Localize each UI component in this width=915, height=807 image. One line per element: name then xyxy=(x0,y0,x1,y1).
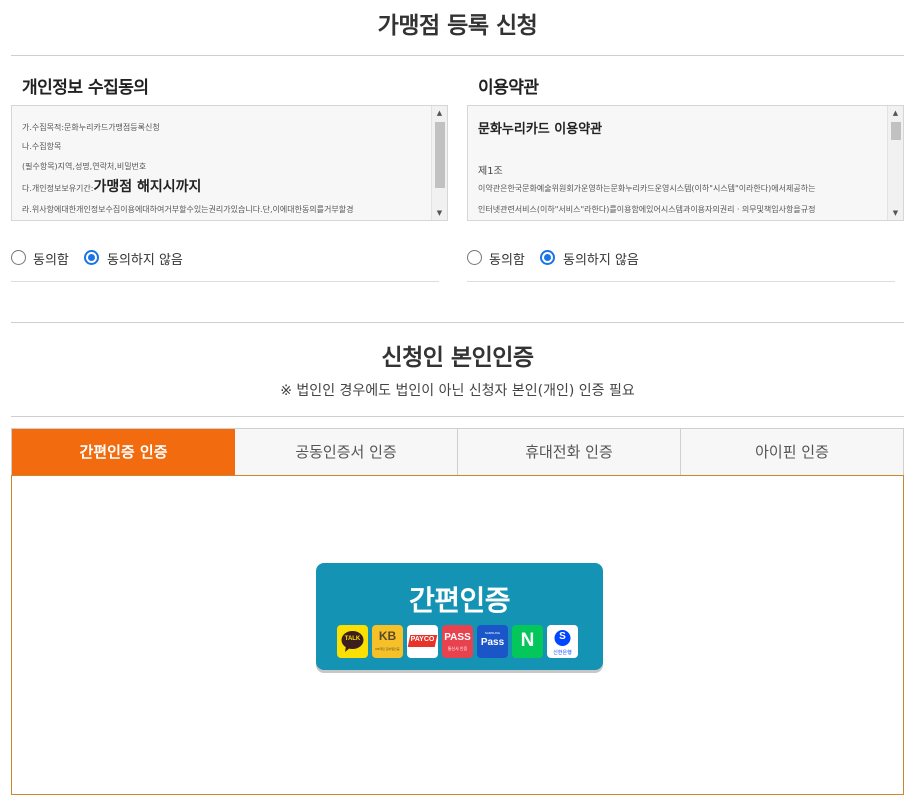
privacy-line-5: 라.위사항에대한개인정보수집이용에대하여거부할수있는권리가있습니다.단,이에대한… xyxy=(22,205,354,214)
privacy-disagree-radio[interactable] xyxy=(84,250,99,265)
tab-joint-certificate[interactable]: 공동인증서 인증 xyxy=(235,429,458,476)
auth-tabs: 간편인증 인증 공동인증서 인증 휴대전화 인증 아이핀 인증 xyxy=(11,428,904,476)
section-divider xyxy=(11,322,904,323)
privacy-line-4: 다.개인정보보유기간:가맹점 해지시까지 xyxy=(22,176,201,196)
privacy-line-3: (필수항목)지역,성명,연락처,비밀번호 xyxy=(22,162,147,171)
scroll-down-arrow-icon[interactable]: ▼ xyxy=(432,206,447,220)
scrollbar-thumb[interactable] xyxy=(435,122,445,188)
kb-bank-icon: KB KB국민 모바일인증 xyxy=(372,625,403,658)
page-title: 가맹점 등록 신청 xyxy=(377,13,538,39)
privacy-line-4-text: 다.개인정보보유기간: xyxy=(22,184,94,193)
terms-text: 문화누리카드 이용약관 제1조 이약관은한국문화예술위원회가운영하는문화누리카드… xyxy=(478,106,883,220)
payco-icon: PAYCO xyxy=(407,625,438,658)
easy-auth-button[interactable]: 간편인증 TALK KB KB국민 모바일인증 PAYCO PASS 통신사 인… xyxy=(316,563,603,670)
easy-auth-button-label: 간편인증 xyxy=(408,584,511,617)
divider xyxy=(467,281,895,282)
privacy-consent-textbox[interactable]: 가.수집목적:문화누리카드가맹점등록신청 나.수집항목 (필수항목)지역,성명,… xyxy=(11,105,448,221)
privacy-disagree-label[interactable]: 동의하지 않음 xyxy=(107,249,183,268)
divider xyxy=(11,416,904,417)
terms-textbox[interactable]: 문화누리카드 이용약관 제1조 이약관은한국문화예술위원회가운영하는문화누리카드… xyxy=(467,105,904,221)
privacy-agree-label[interactable]: 동의함 xyxy=(33,249,69,268)
terms-title: 이용약관 xyxy=(478,78,539,98)
naver-icon: N xyxy=(512,625,543,658)
privacy-retention-emphasis: 가맹점 해지시까지 xyxy=(93,179,202,195)
divider xyxy=(11,281,439,282)
scroll-up-arrow-icon[interactable]: ▲ xyxy=(888,106,903,120)
terms-heading: 문화누리카드 이용약관 xyxy=(478,122,603,137)
terms-line-2: 인터넷관련서비스(이하"서비스"라한다)를이용함에있어시스템과이용자의권리ㆍ의무… xyxy=(478,205,816,214)
privacy-agree-radio[interactable] xyxy=(11,250,26,265)
scroll-up-arrow-icon[interactable]: ▲ xyxy=(432,106,447,120)
terms-article-1: 제1조 xyxy=(478,166,503,177)
auth-note: ※ 법인인 경우에도 법인이 아닌 신청자 본인(개인) 인증 필요 xyxy=(280,383,635,399)
privacy-line-1: 가.수집목적:문화누리카드가맹점등록신청 xyxy=(22,123,160,132)
shinhan-bank-icon: S 신한은행 xyxy=(547,625,578,658)
terms-consent-options: 동의함 동의하지 않음 xyxy=(467,248,767,270)
terms-disagree-label[interactable]: 동의하지 않음 xyxy=(563,249,639,268)
terms-agree-label[interactable]: 동의함 xyxy=(489,249,525,268)
terms-line-1: 이약관은한국문화예술위원회가운영하는문화누리카드운영시스템(이하"시스템"이라한… xyxy=(478,184,816,193)
terms-scrollbar[interactable]: ▲ ▼ xyxy=(887,106,903,220)
scrollbar-thumb[interactable] xyxy=(891,122,901,140)
privacy-consent-title: 개인정보 수집동의 xyxy=(22,78,149,98)
privacy-consent-options: 동의함 동의하지 않음 xyxy=(11,248,311,270)
tab-mobile-phone[interactable]: 휴대전화 인증 xyxy=(458,429,681,476)
privacy-scrollbar[interactable]: ▲ ▼ xyxy=(431,106,447,220)
samsung-pass-icon: SAMSUNG Pass xyxy=(477,625,508,658)
terms-disagree-radio[interactable] xyxy=(540,250,555,265)
privacy-line-2: 나.수집항목 xyxy=(22,142,62,151)
privacy-consent-text: 가.수집목적:문화누리카드가맹점등록신청 나.수집항목 (필수항목)지역,성명,… xyxy=(22,106,427,220)
scroll-down-arrow-icon[interactable]: ▼ xyxy=(888,206,903,220)
auth-title: 신청인 본인인증 xyxy=(381,345,534,371)
tab-ipin[interactable]: 아이핀 인증 xyxy=(681,429,903,476)
pass-icon: PASS 통신사 인증 xyxy=(442,625,473,658)
tab-easy-auth[interactable]: 간편인증 인증 xyxy=(12,429,235,476)
divider xyxy=(11,55,904,56)
terms-agree-radio[interactable] xyxy=(467,250,482,265)
kakao-talk-icon: TALK xyxy=(337,625,368,658)
